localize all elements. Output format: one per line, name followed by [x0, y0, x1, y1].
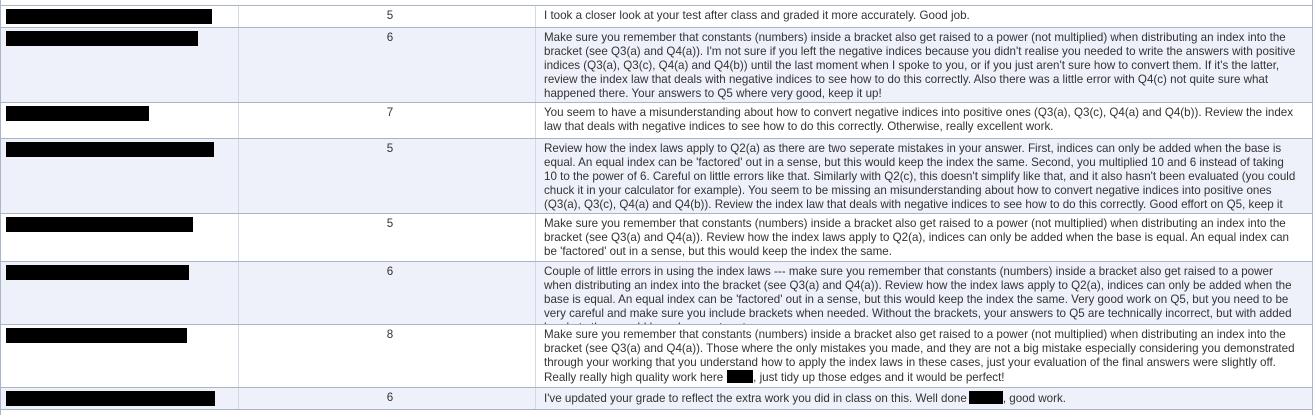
table-row[interactable]: 7 You seem to have a misunderstanding ab… [1, 102, 1312, 138]
redacted-name [6, 142, 214, 157]
student-name-cell [1, 139, 239, 213]
comment-text-after: , good work. [1002, 392, 1066, 405]
redacted-name [6, 217, 193, 232]
comment-cell: I've updated your grade to reflect the e… [536, 388, 1312, 409]
comment-text: I've updated your grade to reflect the e… [544, 392, 967, 405]
feedback-grid: 5 I took a closer look at your test afte… [0, 0, 1313, 415]
table-row[interactable]: 5 Make sure you remember that constants … [1, 213, 1312, 261]
comment-cell: Make sure you remember that constants (n… [536, 325, 1312, 387]
redacted-name [6, 265, 189, 280]
comment-text-after: , just tidy up those edges and it would … [753, 371, 1005, 384]
grade-cell: 7 [239, 103, 536, 138]
table-row[interactable]: 8 Make sure you remember that constants … [1, 324, 1312, 387]
grade-cell: 6 [239, 388, 536, 409]
student-name-cell [1, 262, 239, 324]
grade-cell: 6 [239, 262, 536, 324]
student-name-cell [1, 103, 239, 138]
table-row[interactable]: 6 I've updated your grade to reflect the… [1, 387, 1312, 410]
grade-cell: 8 [239, 325, 536, 387]
comment-cell: Make sure you remember that constants (n… [544, 217, 1290, 258]
table-row[interactable]: 5 Review how the index laws apply to Q2(… [1, 138, 1312, 213]
table-row[interactable]: 6 Make sure you remember that constants … [1, 27, 1312, 102]
student-name-cell [1, 388, 239, 409]
student-name-cell [1, 325, 239, 387]
grade-cell: 5 [239, 139, 536, 213]
redacted-name-inline [968, 391, 1003, 404]
comment-cell: You seem to have a misunderstanding abou… [544, 106, 1294, 133]
grade-cell: 5 [239, 6, 536, 27]
table-row[interactable]: 5 I took a closer look at your test afte… [1, 5, 1312, 27]
student-name-cell [1, 214, 239, 261]
student-name-cell [1, 6, 239, 27]
grade-cell: 5 [239, 214, 536, 261]
redacted-name [6, 31, 198, 46]
grade-cell: 6 [239, 28, 536, 102]
comment-cell: Make sure you remember that constants (n… [544, 31, 1296, 100]
comment-cell: Couple of little errors in using the ind… [544, 265, 1292, 324]
comment-cell: Review how the index laws apply to Q2(a)… [544, 142, 1296, 213]
comment-cell: I took a closer look at your test after … [544, 9, 970, 22]
redacted-name [6, 328, 187, 343]
student-name-cell [1, 28, 239, 102]
redacted-name [6, 9, 212, 24]
redacted-name [6, 106, 149, 121]
redacted-name-inline [727, 370, 754, 383]
redacted-name [6, 391, 215, 406]
table-row[interactable]: 6 Couple of little errors in using the i… [1, 261, 1312, 324]
